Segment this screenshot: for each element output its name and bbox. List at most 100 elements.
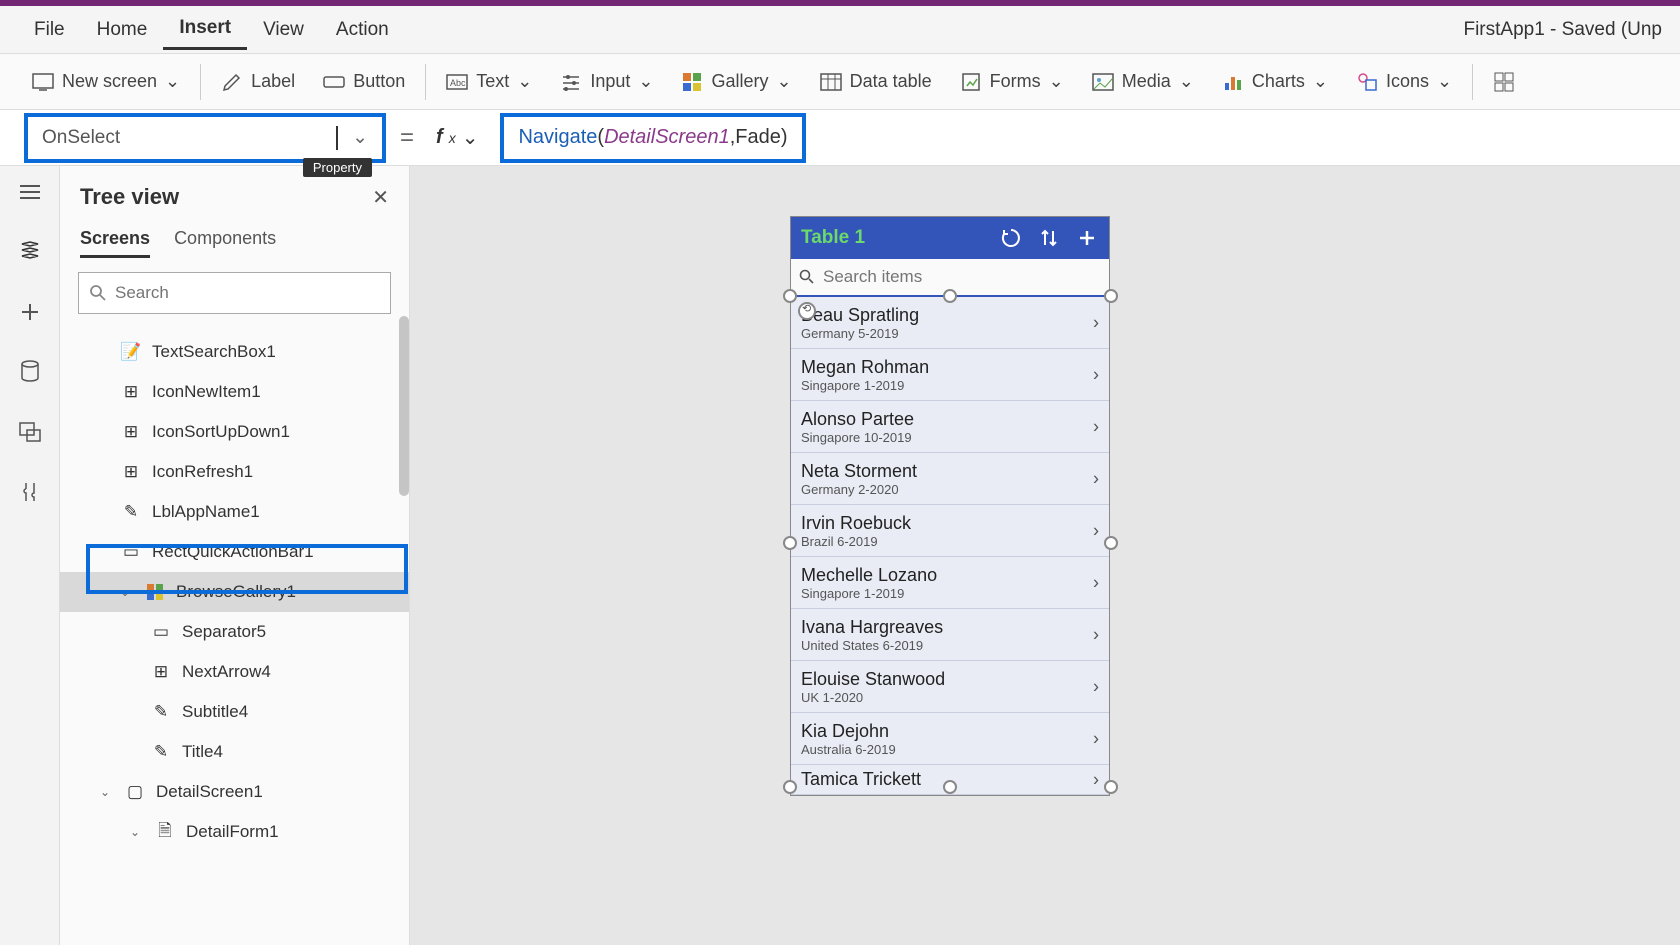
- fx-button[interactable]: fx ⌄: [428, 125, 486, 150]
- tree-scrollbar[interactable]: [399, 316, 409, 686]
- collapse-icon[interactable]: ⌄: [100, 785, 114, 799]
- resize-handle[interactable]: [943, 289, 957, 303]
- rotate-handle[interactable]: [798, 302, 816, 320]
- chevron-right-icon[interactable]: ›: [1093, 572, 1099, 593]
- tree-node-title[interactable]: ✎Title4: [60, 732, 409, 772]
- chevron-right-icon[interactable]: ›: [1093, 624, 1099, 645]
- tree-node-separator[interactable]: ▭Separator5: [60, 612, 409, 652]
- browse-gallery[interactable]: Beau SpratlingGermany 5-2019› Megan Rohm…: [791, 297, 1109, 795]
- tree-node-detailscreen[interactable]: ⌄▢DetailScreen1: [60, 772, 409, 812]
- list-item[interactable]: Kia DejohnAustralia 6-2019›: [791, 713, 1109, 765]
- hamburger-icon[interactable]: [16, 178, 44, 206]
- tree-search[interactable]: [78, 272, 391, 314]
- close-icon[interactable]: ✕: [372, 185, 389, 210]
- add-icon[interactable]: [1075, 226, 1099, 250]
- ribbon: New screen ⌄ Label Button Abc Text ⌄ Inp…: [0, 54, 1680, 110]
- tree-search-input[interactable]: [115, 283, 380, 303]
- list-item[interactable]: Megan RohmanSingapore 1-2019›: [791, 349, 1109, 401]
- tree-node-rectquick[interactable]: ▭RectQuickActionBar1: [60, 532, 409, 572]
- resize-handle[interactable]: [1104, 780, 1118, 794]
- chevron-down-icon: ⌄: [777, 71, 792, 92]
- search-icon: [799, 269, 815, 285]
- group-icon: ⊞: [120, 423, 142, 441]
- image-icon: [1092, 71, 1114, 93]
- tree-node-iconrefresh[interactable]: ⊞IconRefresh1: [60, 452, 409, 492]
- chevron-right-icon[interactable]: ›: [1093, 416, 1099, 437]
- resize-handle[interactable]: [1104, 536, 1118, 550]
- menu-insert[interactable]: Insert: [163, 9, 247, 50]
- list-item[interactable]: Irvin RoebuckBrazil 6-2019›: [791, 505, 1109, 557]
- formula-bar: OnSelect ⌄ Property = fx ⌄ Navigate(Deta…: [0, 110, 1680, 166]
- label-button[interactable]: Label: [207, 63, 309, 101]
- list-item[interactable]: Alonso ParteeSingapore 10-2019›: [791, 401, 1109, 453]
- list-item[interactable]: Elouise StanwoodUK 1-2020›: [791, 661, 1109, 713]
- menu-view[interactable]: View: [247, 11, 320, 49]
- scrollbar-thumb[interactable]: [399, 316, 409, 496]
- gallery-button[interactable]: Gallery ⌄: [667, 63, 805, 101]
- charts-button[interactable]: Charts ⌄: [1208, 63, 1342, 101]
- tab-screens[interactable]: Screens: [80, 228, 150, 258]
- plus-icon[interactable]: [16, 298, 44, 326]
- tree-node-nextarrow[interactable]: ⊞NextArrow4: [60, 652, 409, 692]
- resize-handle[interactable]: [783, 780, 797, 794]
- list-item[interactable]: Beau SpratlingGermany 5-2019›: [791, 297, 1109, 349]
- collapse-icon[interactable]: ⌄: [130, 825, 144, 839]
- collapse-icon[interactable]: ⌄: [120, 585, 134, 599]
- chevron-down-icon: ⌄: [517, 71, 532, 92]
- resize-handle[interactable]: [783, 289, 797, 303]
- chevron-right-icon[interactable]: ›: [1093, 468, 1099, 489]
- tree-node-iconnew[interactable]: ⊞IconNewItem1: [60, 372, 409, 412]
- browse-screen-preview[interactable]: Table 1 Beau SpratlingGermany 5-2019› Me…: [790, 216, 1110, 796]
- refresh-icon[interactable]: [999, 226, 1023, 250]
- grid-button[interactable]: [1479, 63, 1529, 101]
- data-table-button[interactable]: Data table: [806, 63, 946, 101]
- chevron-right-icon[interactable]: ›: [1093, 676, 1099, 697]
- icons-button[interactable]: Icons ⌄: [1342, 63, 1466, 101]
- resize-handle[interactable]: [783, 536, 797, 550]
- chevron-right-icon[interactable]: ›: [1093, 364, 1099, 385]
- list-item[interactable]: Ivana HargreavesUnited States 6-2019›: [791, 609, 1109, 661]
- forms-button[interactable]: Forms ⌄: [946, 63, 1078, 101]
- media-panel-icon[interactable]: [16, 418, 44, 446]
- chevron-right-icon[interactable]: ›: [1093, 312, 1099, 333]
- input-button[interactable]: Input ⌄: [546, 63, 667, 101]
- database-icon[interactable]: [16, 358, 44, 386]
- property-selector[interactable]: OnSelect ⌄ Property: [24, 113, 386, 163]
- shapes-icon: [1356, 71, 1378, 93]
- equals-sign: =: [400, 124, 414, 152]
- charts-label: Charts: [1252, 71, 1305, 92]
- chevron-right-icon[interactable]: ›: [1093, 728, 1099, 749]
- chevron-right-icon[interactable]: ›: [1093, 769, 1099, 790]
- left-rail: [0, 166, 60, 945]
- tree-view-icon[interactable]: [16, 238, 44, 266]
- label-icon: ✎: [150, 743, 172, 761]
- menu-home[interactable]: Home: [81, 11, 164, 49]
- tree-node-browsegallery[interactable]: ⌄BrowseGallery1⋯: [60, 572, 409, 612]
- phone-search-input[interactable]: [823, 267, 1101, 287]
- tree-node-textsearchbox[interactable]: 📝TextSearchBox1: [60, 332, 409, 372]
- menu-action[interactable]: Action: [320, 11, 405, 49]
- label-icon: ✎: [120, 503, 142, 521]
- text-icon: Abc: [446, 71, 468, 93]
- menu-file[interactable]: File: [18, 11, 81, 49]
- tree-node-detailform[interactable]: ⌄🗎DetailForm1: [60, 812, 409, 852]
- tree-node-iconsort[interactable]: ⊞IconSortUpDown1: [60, 412, 409, 452]
- tools-icon[interactable]: [16, 478, 44, 506]
- media-button[interactable]: Media ⌄: [1078, 63, 1208, 101]
- formula-input[interactable]: Navigate(DetailScreen1, Fade): [500, 113, 805, 163]
- resize-handle[interactable]: [1104, 289, 1118, 303]
- tree-node-subtitle[interactable]: ✎Subtitle4: [60, 692, 409, 732]
- list-item[interactable]: Mechelle LozanoSingapore 1-2019›: [791, 557, 1109, 609]
- text-button[interactable]: Abc Text ⌄: [432, 63, 546, 101]
- tree-view-title: Tree view: [80, 184, 179, 210]
- tree-node-lblapp[interactable]: ✎LblAppName1: [60, 492, 409, 532]
- more-icon[interactable]: ⋯: [372, 582, 391, 602]
- sort-icon[interactable]: [1037, 226, 1061, 250]
- tab-components[interactable]: Components: [174, 228, 276, 258]
- new-screen-button[interactable]: New screen ⌄: [18, 63, 194, 101]
- list-item[interactable]: Neta StormentGermany 2-2020›: [791, 453, 1109, 505]
- chevron-right-icon[interactable]: ›: [1093, 520, 1099, 541]
- resize-handle[interactable]: [943, 780, 957, 794]
- button-button[interactable]: Button: [309, 63, 419, 101]
- canvas[interactable]: Table 1 Beau SpratlingGermany 5-2019› Me…: [410, 166, 1680, 945]
